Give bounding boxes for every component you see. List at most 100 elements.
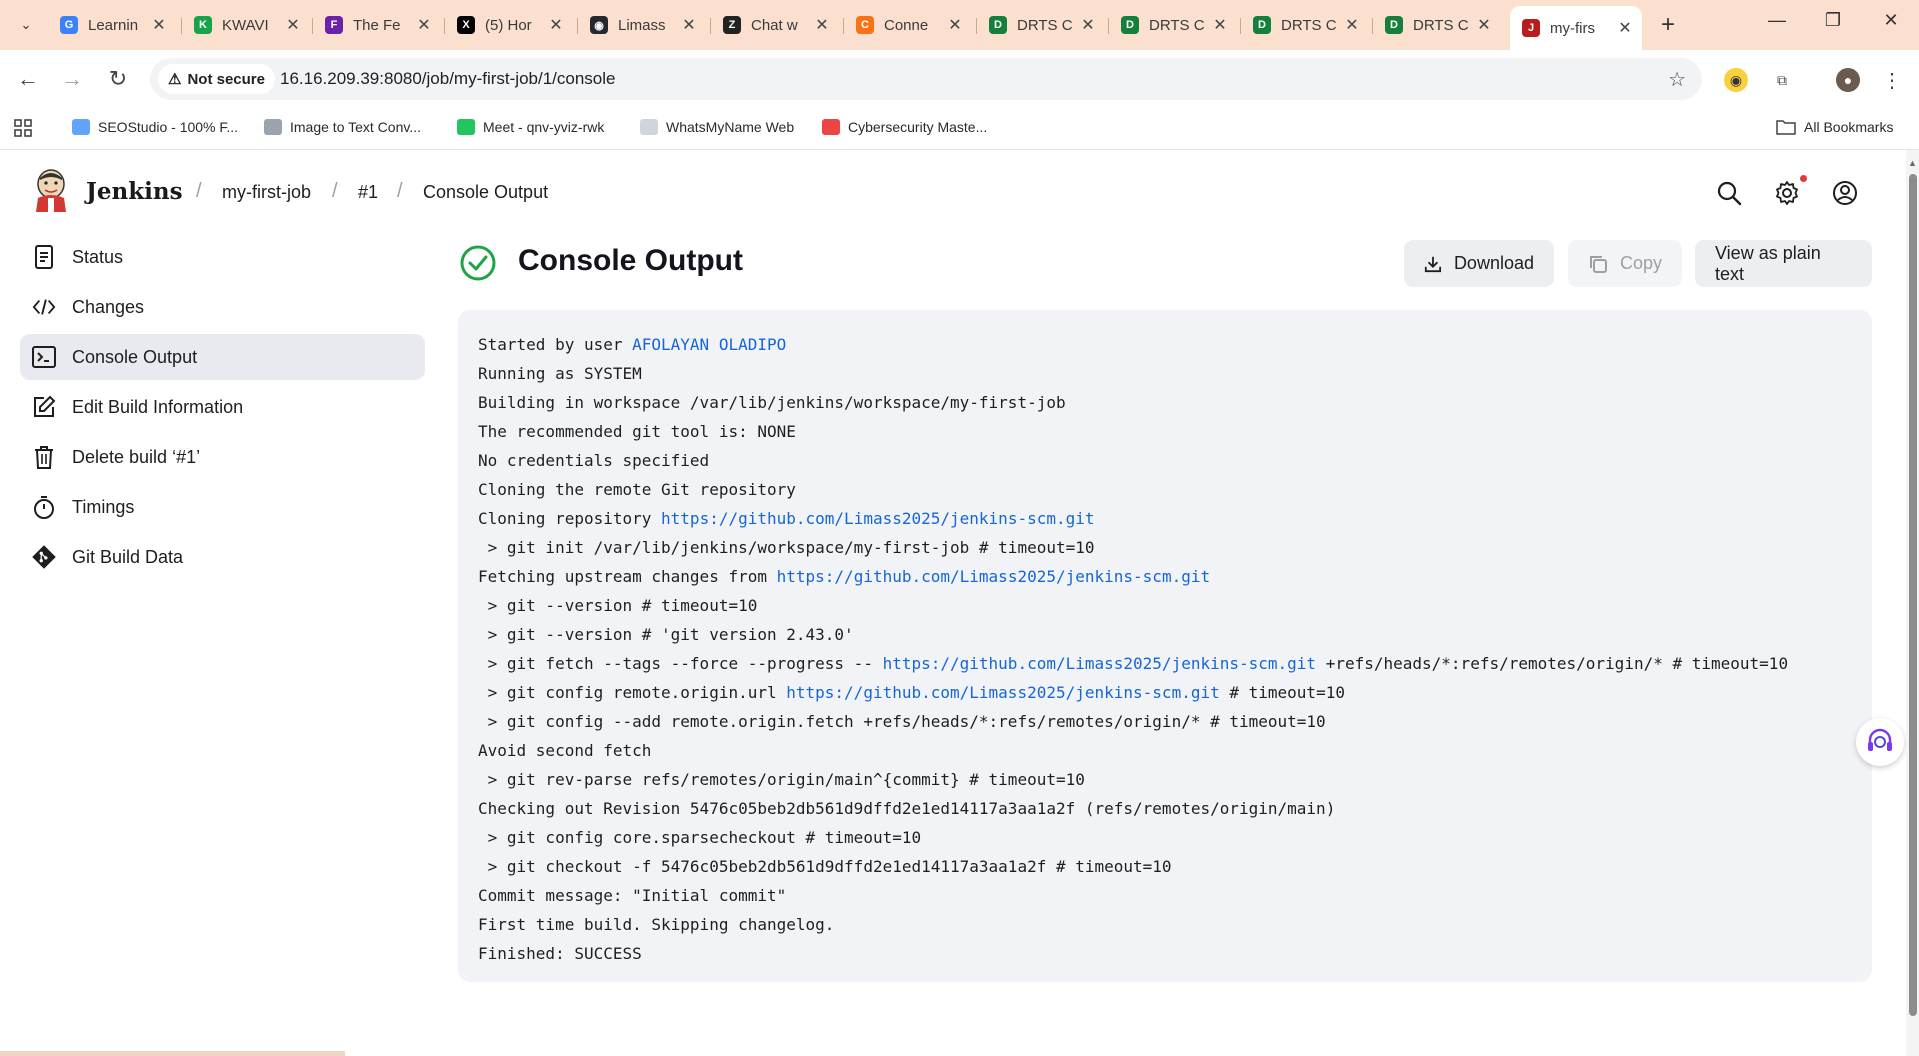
close-tab-icon[interactable]: ✕	[946, 15, 964, 35]
sidebar-item-timings[interactable]: Timings	[20, 484, 425, 530]
close-tab-icon[interactable]: ✕	[1211, 15, 1229, 35]
extensions-puzzle-icon[interactable]: ⧉	[1770, 68, 1794, 92]
tab-favicon: D	[989, 16, 1007, 34]
bookmark-item[interactable]: Image to Text Conv...	[264, 119, 421, 135]
close-tab-icon[interactable]: ✕	[547, 15, 565, 35]
extension-icon[interactable]: ◉	[1724, 68, 1748, 92]
bookmark-item[interactable]: Cybersecurity Maste...	[822, 119, 987, 135]
sidebar-item-label: Status	[72, 246, 124, 267]
copy-button[interactable]: Copy	[1568, 240, 1682, 287]
url-text[interactable]: 16.16.209.39:8080/job/my-first-job/1/con…	[280, 69, 615, 89]
close-tab-icon[interactable]: ✕	[150, 15, 168, 35]
repository-link[interactable]: https://github.com/Limass2025/jenkins-sc…	[661, 509, 1094, 528]
sidebar-item-console-output[interactable]: Console Output	[20, 334, 425, 380]
console-line: First time build. Skipping changelog.	[478, 915, 835, 934]
all-bookmarks-button[interactable]: All Bookmarks	[1776, 119, 1893, 135]
close-tab-icon[interactable]: ✕	[1079, 15, 1097, 35]
tab-title: DRTS C	[1017, 16, 1073, 34]
browser-tab-active[interactable]: J my-firs ✕	[1510, 6, 1642, 50]
close-tab-icon[interactable]: ✕	[1343, 15, 1361, 35]
bookmark-star-icon[interactable]: ☆	[1668, 67, 1686, 92]
browser-tab[interactable]: F The Fe ✕	[313, 8, 441, 42]
close-tab-icon[interactable]: ✕	[1475, 15, 1493, 35]
restore-button[interactable]: ❐	[1818, 10, 1848, 31]
minimize-button[interactable]: —	[1762, 10, 1792, 31]
search-icon[interactable]	[1716, 180, 1742, 206]
browser-tab[interactable]: D DRTS C ✕	[1241, 8, 1369, 42]
console-line: Checking out Revision 5476c05beb2db561d9…	[478, 799, 1336, 818]
sidebar-item-label: Changes	[72, 296, 145, 317]
breadcrumb-build[interactable]: #1	[358, 182, 378, 203]
folder-icon	[1776, 120, 1796, 135]
browser-tab[interactable]: D DRTS C ✕	[1109, 8, 1237, 42]
sidebar-item-label: Console Output	[72, 346, 198, 367]
whatsmyname-icon	[640, 119, 658, 135]
console-line: Cloning the remote Git repository	[478, 480, 796, 499]
sidebar-item-edit-build-information[interactable]: Edit Build Information	[20, 384, 425, 430]
user-account-icon[interactable]	[1832, 180, 1858, 206]
terminal-icon	[32, 345, 56, 369]
repository-link[interactable]: https://github.com/Limass2025/jenkins-sc…	[777, 567, 1210, 586]
scrollbar-thumb[interactable]	[1909, 174, 1917, 1016]
reload-button[interactable]: ↻	[104, 65, 132, 93]
view-as-plain-text-button[interactable]: View as plain text	[1695, 240, 1872, 287]
back-button[interactable]: ←	[14, 65, 42, 93]
browser-tab[interactable]: X (5) Hor ✕	[445, 8, 573, 42]
tab-title: Limass	[618, 16, 666, 34]
bookmark-item[interactable]: Meet - qnv-yviz-rwk	[457, 119, 604, 135]
console-line: > git rev-parse refs/remotes/origin/main…	[478, 770, 1085, 789]
browser-tab[interactable]: G Learnin ✕	[48, 8, 176, 42]
download-button[interactable]: Download	[1404, 240, 1554, 287]
browser-tab[interactable]: ◉ Limass ✕	[578, 8, 706, 42]
breadcrumb-job[interactable]: my-first-job	[222, 182, 311, 203]
scroll-up-arrow-icon[interactable]: ▲	[1908, 158, 1917, 168]
browser-tab[interactable]: K KWAVI ✕	[182, 8, 310, 42]
repository-link[interactable]: https://github.com/Limass2025/jenkins-sc…	[883, 654, 1316, 673]
console-line: The recommended git tool is: NONE	[478, 422, 796, 441]
close-tab-icon[interactable]: ✕	[284, 15, 302, 35]
tab-title: (5) Hor	[485, 16, 532, 34]
bookmark-item[interactable]: WhatsMyName Web	[640, 119, 794, 135]
tab-title: DRTS C	[1281, 16, 1337, 34]
console-line: Running as SYSTEM	[478, 364, 642, 383]
console-line: Started by user AFOLAYAN OLADIPO	[478, 335, 787, 354]
gear-icon[interactable]	[1774, 180, 1800, 206]
browser-tab[interactable]: D DRTS C ✕	[977, 8, 1105, 42]
console-line: > git config --add remote.origin.fetch +…	[478, 712, 1326, 731]
browser-menu-icon[interactable]: ⋮	[1880, 68, 1904, 92]
jenkins-brand[interactable]: Jenkins	[86, 178, 183, 205]
horizontal-scrollbar[interactable]	[0, 1051, 345, 1056]
apps-grid-icon[interactable]	[14, 119, 32, 137]
close-tab-icon[interactable]: ✕	[415, 15, 433, 35]
warning-icon: ⚠	[168, 71, 182, 88]
sidebar-item-changes[interactable]: Changes	[20, 284, 425, 330]
browser-tab[interactable]: Z Chat w ✕	[711, 8, 839, 42]
close-tab-icon[interactable]: ✕	[680, 15, 698, 35]
window-close-button[interactable]: ✕	[1876, 10, 1906, 31]
sidebar-item-status[interactable]: Status	[20, 234, 425, 280]
sidebar-item-delete-build[interactable]: Delete build ‘#1’	[20, 434, 425, 480]
headset-icon	[1868, 728, 1892, 751]
repository-link[interactable]: https://github.com/Limass2025/jenkins-sc…	[786, 683, 1219, 702]
breadcrumb-console[interactable]: Console Output	[423, 182, 548, 203]
sidebar-item-git-build-data[interactable]: Git Build Data	[20, 534, 425, 580]
google-meet-icon	[457, 119, 475, 135]
security-chip[interactable]: ⚠ Not secure	[158, 64, 275, 94]
forward-button[interactable]: →	[58, 65, 86, 93]
tab-search-icon[interactable]: ⌄	[14, 13, 38, 37]
jenkins-logo-icon[interactable]	[34, 168, 68, 212]
success-check-icon	[460, 245, 496, 281]
address-bar[interactable]: ⚠ Not secure 16.16.209.39:8080/job/my-fi…	[150, 58, 1702, 100]
browser-tab[interactable]: C Conne ✕	[844, 8, 972, 42]
browser-tab[interactable]: D DRTS C ✕	[1373, 8, 1501, 42]
new-tab-button[interactable]: +	[1654, 11, 1682, 39]
grid-icon	[14, 119, 32, 137]
sidebar-item-label: Git Build Data	[72, 546, 184, 567]
support-chat-button[interactable]	[1856, 718, 1904, 766]
bookmark-item[interactable]: SEOStudio - 100% F...	[72, 119, 238, 135]
user-link[interactable]: AFOLAYAN OLADIPO	[632, 335, 786, 354]
close-tab-icon[interactable]: ✕	[813, 15, 831, 35]
close-tab-icon[interactable]: ✕	[1616, 18, 1634, 38]
profile-avatar[interactable]: ●	[1836, 68, 1860, 92]
sidebar-item-label: Timings	[72, 496, 135, 517]
